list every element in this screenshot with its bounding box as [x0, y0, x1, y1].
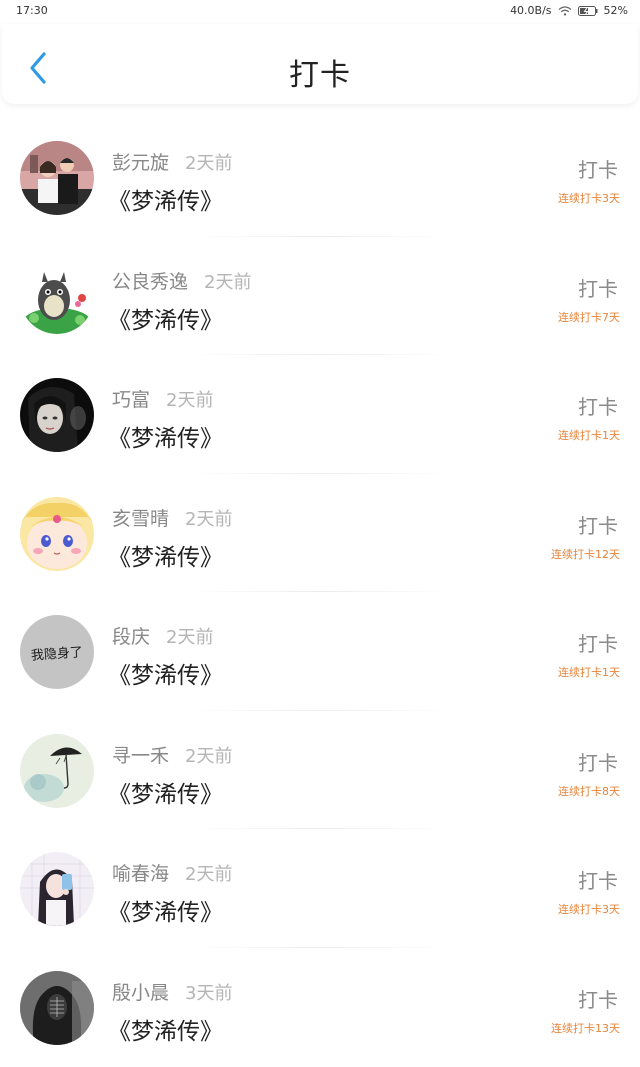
- user-name-text: 喻春海: [112, 863, 170, 885]
- streak-count: 连续打卡1天: [558, 666, 620, 679]
- checkin-label: 打卡: [578, 276, 618, 301]
- time-ago: 2天前: [166, 627, 214, 648]
- streak-count: 连续打卡3天: [558, 192, 620, 205]
- user-name-text: 公良秀逸: [112, 270, 189, 293]
- user-name[interactable]: 彭元旋 2天前: [112, 148, 232, 175]
- book-title[interactable]: 《梦浠传》: [108, 301, 223, 335]
- book-title[interactable]: 《梦浠传》: [108, 1012, 223, 1046]
- avatar[interactable]: [20, 970, 94, 1045]
- book-title[interactable]: 《梦浠传》: [108, 775, 223, 809]
- checkin-list: 彭元旋 2天前 《梦浠传》 打卡 连续打卡3天 公良秀逸 2天前 《梦浠传》 打…: [0, 118, 640, 1066]
- streak-count: 连续打卡1天: [558, 429, 620, 442]
- user-name[interactable]: 寻一禾 2天前: [112, 741, 232, 768]
- user-name[interactable]: 公良秀逸 2天前: [112, 267, 251, 294]
- book-title[interactable]: 《梦浠传》: [108, 182, 223, 216]
- time-ago: 2天前: [185, 864, 233, 885]
- list-item[interactable]: 彭元旋 2天前 《梦浠传》 打卡 连续打卡3天: [0, 118, 640, 237]
- user-name-text: 殷小晨: [112, 981, 170, 1004]
- checkin-label: 打卡: [578, 158, 618, 182]
- book-title[interactable]: 《梦浠传》: [108, 893, 223, 927]
- avatar-totoro: [20, 259, 94, 334]
- avatar[interactable]: [20, 378, 94, 452]
- avatar-selfie: [20, 852, 94, 926]
- user-name[interactable]: 亥雪晴 2天前: [112, 504, 232, 531]
- list-item[interactable]: 亥雪晴 2天前 《梦浠传》 打卡 连续打卡12天: [0, 474, 640, 592]
- status-bar: 17:30 40.0B/s 52%: [0, 0, 640, 22]
- avatar-umbrella: [20, 733, 94, 808]
- status-right: 40.0B/s 52%: [510, 4, 628, 17]
- avatar-cartoon-girl: [20, 496, 94, 571]
- battery-icon: [577, 5, 598, 16]
- streak-count: 连续打卡3天: [558, 903, 620, 916]
- book-title[interactable]: 《梦浠传》: [108, 419, 223, 453]
- list-item[interactable]: 殷小晨 3天前 《梦浠传》 打卡 连续打卡13天: [0, 948, 640, 1067]
- user-name-text: 亥雪晴: [112, 507, 170, 530]
- checkin-label: 打卡: [578, 632, 618, 656]
- checkin-label: 打卡: [578, 750, 618, 775]
- user-name[interactable]: 巧富 2天前: [112, 385, 213, 412]
- list-item[interactable]: 寻一禾 2天前 《梦浠传》 打卡 连续打卡8天: [0, 711, 640, 829]
- user-name-text: 寻一禾: [112, 744, 170, 767]
- status-time: 17:30: [16, 4, 48, 17]
- time-ago: 2天前: [204, 271, 252, 293]
- avatar[interactable]: [20, 733, 94, 808]
- checkin-label: 打卡: [578, 987, 618, 1012]
- nav-header: 打卡: [2, 24, 638, 104]
- user-name[interactable]: 殷小晨 3天前: [112, 978, 232, 1005]
- user-name-text: 彭元旋: [112, 152, 170, 174]
- avatar-dark-portrait: [20, 378, 94, 452]
- time-ago: 2天前: [185, 745, 233, 767]
- streak-count: 连续打卡12天: [551, 547, 620, 561]
- avatar[interactable]: [20, 496, 94, 571]
- list-item[interactable]: 喻春海 2天前 《梦浠传》 打卡 连续打卡3天: [0, 829, 640, 948]
- network-speed: 40.0B/s: [510, 4, 552, 17]
- streak-count: 连续打卡8天: [558, 784, 620, 798]
- list-item[interactable]: 我隐身了 段庆 2天前 《梦浠传》 打卡 连续打卡1天: [0, 592, 640, 711]
- checkin-label: 打卡: [578, 395, 618, 419]
- avatar-hooded-figure: [20, 970, 94, 1045]
- avatar-couple-photo: [20, 141, 94, 215]
- wifi-icon: [558, 5, 571, 16]
- avatar[interactable]: 我隐身了: [20, 615, 94, 689]
- avatar[interactable]: [20, 141, 94, 215]
- book-title[interactable]: 《梦浠传》: [108, 656, 223, 690]
- list-item[interactable]: 公良秀逸 2天前 《梦浠传》 打卡 连续打卡7天: [0, 237, 640, 355]
- user-name[interactable]: 喻春海 2天前: [112, 859, 232, 886]
- avatar[interactable]: [20, 259, 94, 334]
- time-ago: 2天前: [185, 153, 233, 174]
- avatar-text: 我隐身了: [20, 615, 94, 689]
- time-ago: 3天前: [185, 982, 233, 1004]
- user-name-text: 段庆: [112, 626, 151, 648]
- page-title: 打卡: [289, 58, 351, 93]
- streak-count: 连续打卡7天: [558, 310, 620, 324]
- list-item[interactable]: 巧富 2天前 《梦浠传》 打卡 连续打卡1天: [0, 355, 640, 474]
- battery-level: 52%: [603, 4, 628, 17]
- avatar[interactable]: [20, 852, 94, 926]
- time-ago: 2天前: [185, 508, 233, 530]
- book-title[interactable]: 《梦浠传》: [108, 538, 223, 572]
- checkin-label: 打卡: [578, 513, 618, 538]
- streak-count: 连续打卡13天: [551, 1021, 620, 1035]
- user-name[interactable]: 段庆 2天前: [112, 622, 213, 649]
- user-name-text: 巧富: [112, 389, 151, 411]
- time-ago: 2天前: [166, 390, 214, 411]
- checkin-label: 打卡: [578, 869, 618, 893]
